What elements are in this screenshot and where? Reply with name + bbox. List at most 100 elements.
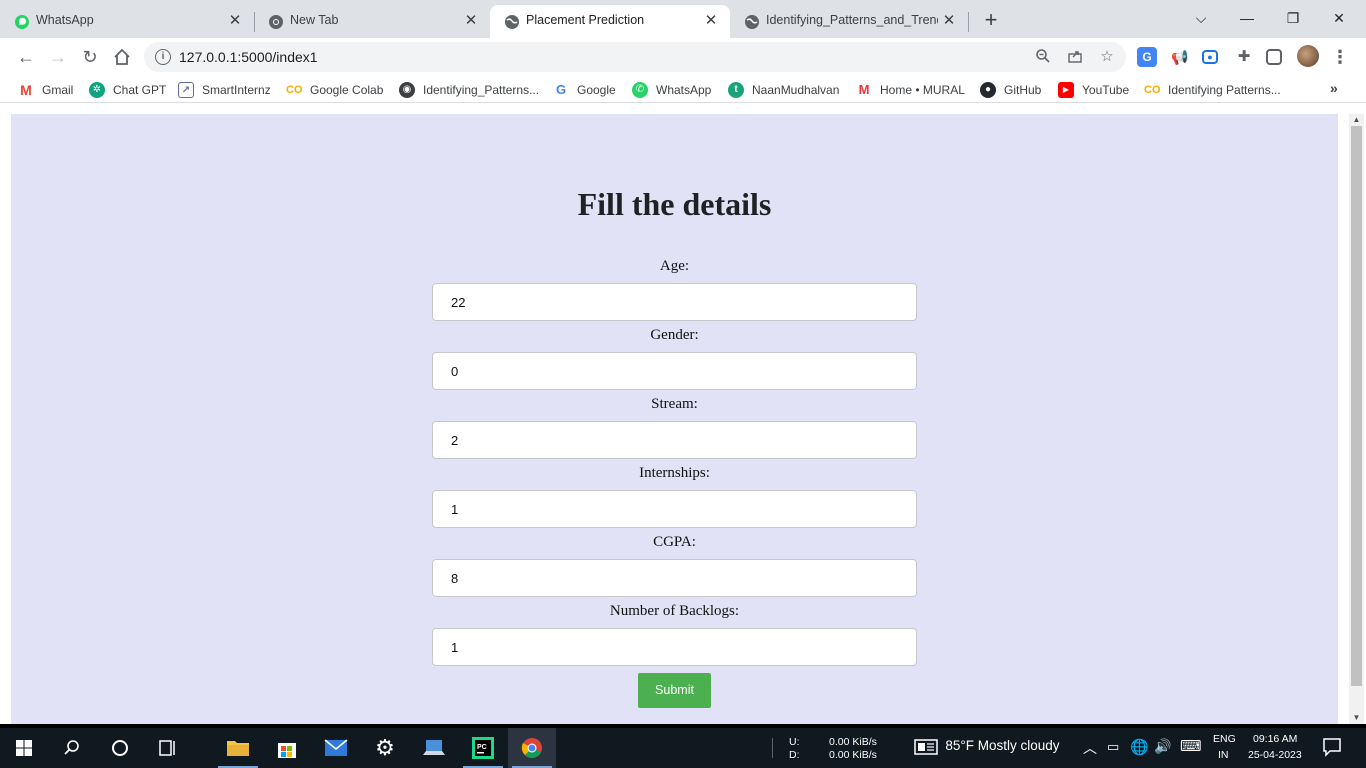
- profile-avatar[interactable]: [1297, 45, 1319, 67]
- bookmark-label: Google Colab: [310, 83, 384, 97]
- close-icon[interactable]: ✕: [940, 12, 958, 30]
- cortana-button[interactable]: [98, 728, 142, 768]
- stream-label: Stream:: [651, 396, 698, 412]
- bookmark-google-colab[interactable]: CO Google Colab: [286, 80, 383, 100]
- cgpa-input[interactable]: [432, 559, 917, 597]
- close-icon[interactable]: ✕: [226, 12, 244, 30]
- gender-input[interactable]: [432, 352, 917, 390]
- home-icon: [114, 48, 130, 65]
- taskbar-chrome[interactable]: [508, 728, 556, 768]
- tab-title: New Tab: [290, 13, 339, 27]
- megaphone-extension-icon[interactable]: 📢: [1170, 47, 1190, 67]
- close-icon[interactable]: ✕: [702, 12, 720, 30]
- forward-button[interactable]: →: [46, 45, 70, 69]
- bookmark-mural[interactable]: M Home • MURAL: [856, 80, 965, 100]
- upload-label: U:: [789, 736, 800, 748]
- bookmark-smartinternz[interactable]: ↗ SmartInternz: [178, 80, 271, 100]
- internships-input[interactable]: [432, 490, 917, 528]
- bookmark-naanmudhalvan[interactable]: t NaanMudhalvan: [728, 80, 839, 100]
- taskbar-settings[interactable]: ⚙: [361, 728, 409, 768]
- notification-center-button[interactable]: [1322, 737, 1342, 760]
- bookmark-identifying-patterns[interactable]: ◉ Identifying_Patterns...: [399, 80, 539, 100]
- taskbar-file-explorer[interactable]: [214, 728, 262, 768]
- search-icon: [64, 740, 79, 755]
- reload-button[interactable]: ↻: [78, 45, 102, 69]
- menu-kebab-icon[interactable]: ⋮: [1330, 46, 1350, 68]
- bookmark-label: Google: [577, 83, 616, 97]
- stream-input[interactable]: [432, 421, 917, 459]
- taskbar-laptop-app[interactable]: [410, 728, 458, 768]
- share-icon[interactable]: [1066, 48, 1084, 66]
- search-button[interactable]: [50, 728, 94, 768]
- minimize-button[interactable]: —: [1224, 6, 1270, 32]
- chrome-icon: [521, 738, 542, 758]
- bookmark-whatsapp[interactable]: ✆ WhatsApp: [632, 80, 711, 100]
- language-text[interactable]: ENG: [1213, 733, 1236, 745]
- bookmark-gmail[interactable]: M Gmail: [18, 80, 73, 100]
- tab-whatsapp[interactable]: WhatsApp ✕: [0, 5, 254, 38]
- close-icon: ✕: [1333, 10, 1345, 26]
- bookmarks-overflow-icon[interactable]: »: [1330, 80, 1338, 96]
- submit-button[interactable]: Submit: [638, 673, 711, 708]
- tab-search-button[interactable]: ⌵: [1178, 6, 1224, 32]
- scrollbar-thumb[interactable]: [1351, 126, 1362, 686]
- back-button[interactable]: ←: [14, 45, 38, 69]
- task-view-icon: [159, 740, 175, 756]
- whatsapp-icon: [15, 15, 29, 29]
- youtube-icon: ▶: [1058, 82, 1074, 98]
- puzzle-icon[interactable]: ✚: [1234, 47, 1254, 67]
- volume-icon[interactable]: 🔊: [1154, 738, 1171, 755]
- tab-placement-prediction[interactable]: Placement Prediction ✕: [490, 5, 730, 38]
- site-info-icon[interactable]: i: [155, 49, 171, 65]
- tab-identifying-patterns[interactable]: Identifying_Patterns_and_Trends_ ✕: [730, 5, 968, 38]
- bookmark-github[interactable]: ● GitHub: [980, 80, 1041, 100]
- bookmark-identifying-patterns-colab[interactable]: CO Identifying Patterns...: [1144, 80, 1281, 100]
- address-bar[interactable]: i 127.0.0.1:5000/index1 ☆: [144, 42, 1126, 72]
- clock-date[interactable]: 25-04-2023: [1248, 749, 1302, 761]
- task-view-button[interactable]: [146, 728, 190, 768]
- bookmark-label: Identifying_Patterns...: [423, 83, 540, 97]
- keyboard-icon[interactable]: ⌨: [1180, 737, 1202, 755]
- page-title: Fill the details: [577, 186, 772, 222]
- network-globe-icon[interactable]: 🌐: [1130, 738, 1149, 756]
- clock-time[interactable]: 09:16 AM: [1253, 733, 1297, 745]
- download-label: D:: [789, 749, 800, 761]
- bookmark-chatgpt[interactable]: ✲ Chat GPT: [89, 80, 166, 100]
- arrow-right-icon: →: [49, 47, 67, 67]
- tab-title: Placement Prediction: [526, 13, 645, 27]
- show-hidden-icons-chevron-icon[interactable]: ︿: [1083, 738, 1097, 758]
- zoom-icon[interactable]: [1034, 48, 1052, 66]
- close-icon[interactable]: ✕: [462, 12, 480, 30]
- bookmark-google[interactable]: G Google: [553, 80, 616, 100]
- bookmark-youtube[interactable]: ▶ YouTube: [1058, 80, 1129, 100]
- region-text[interactable]: IN: [1218, 749, 1229, 761]
- vertical-scrollbar[interactable]: ▲ ▼: [1349, 114, 1364, 724]
- new-tab-button[interactable]: +: [978, 9, 1004, 33]
- age-input[interactable]: [432, 283, 917, 321]
- arrow-left-icon: ←: [17, 47, 35, 67]
- taskbar-mail[interactable]: [312, 728, 360, 768]
- mural-icon: M: [856, 82, 872, 98]
- screen-record-extension-icon[interactable]: ●: [1202, 50, 1218, 64]
- side-panel-icon[interactable]: [1266, 49, 1282, 65]
- home-button[interactable]: [110, 45, 134, 69]
- scroll-up-icon[interactable]: ▲: [1349, 114, 1364, 126]
- close-window-button[interactable]: ✕: [1316, 6, 1362, 32]
- restore-button[interactable]: ❐: [1270, 6, 1316, 32]
- backlogs-input[interactable]: [432, 628, 917, 666]
- scroll-down-icon[interactable]: ▼: [1349, 712, 1364, 724]
- battery-icon[interactable]: ▭: [1107, 739, 1119, 755]
- taskbar-store[interactable]: [263, 728, 311, 768]
- translate-extension-icon[interactable]: G: [1137, 47, 1157, 67]
- weather-widget[interactable]: 85°F Mostly cloudy: [914, 738, 1060, 756]
- taskbar-pycharm[interactable]: PC: [459, 728, 507, 768]
- bookmark-star-icon[interactable]: ☆: [1098, 48, 1116, 66]
- page-viewport: Fill the details Age: Gender: Stream: In…: [0, 103, 1366, 724]
- tab-new-tab[interactable]: New Tab ✕: [254, 5, 490, 38]
- bookmark-label: Home • MURAL: [880, 83, 965, 97]
- openai-icon: ✲: [89, 82, 105, 98]
- colab-icon: CO: [1144, 82, 1161, 98]
- start-button[interactable]: [2, 728, 46, 768]
- laptop-icon: [423, 740, 445, 755]
- gender-label: Gender:: [650, 327, 699, 343]
